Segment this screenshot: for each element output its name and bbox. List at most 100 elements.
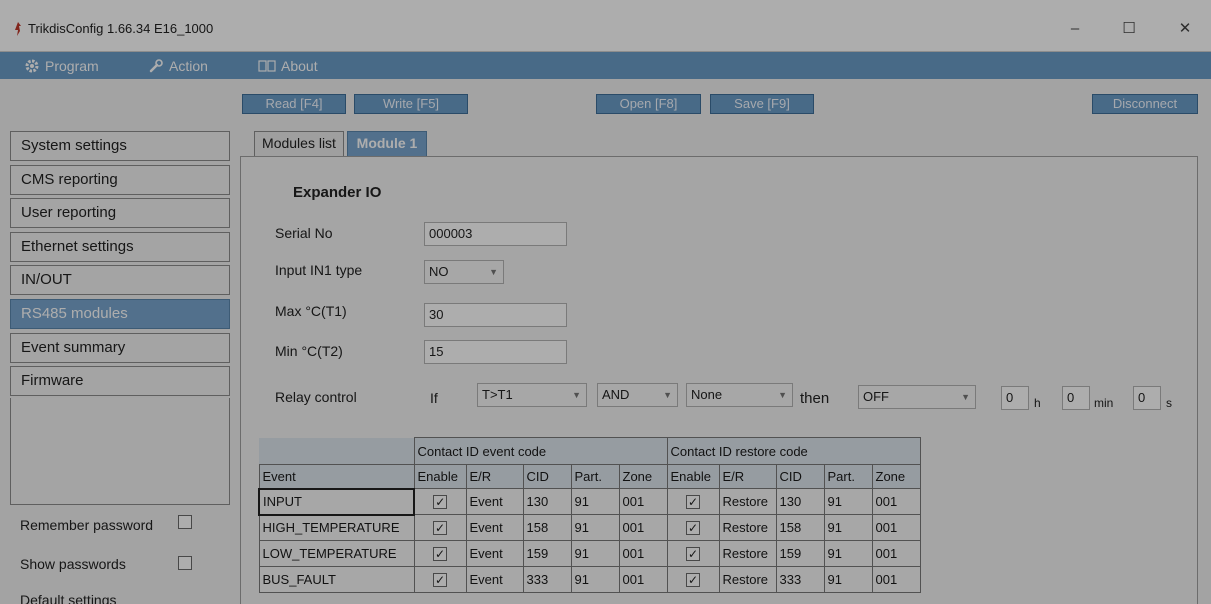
remember-password-checkbox[interactable] — [178, 515, 192, 529]
condition2-select[interactable]: None ▼ — [686, 383, 793, 407]
default-settings-link[interactable]: Default settings — [20, 592, 117, 604]
part-cell[interactable]: 91 — [570, 514, 620, 541]
event-name-cell[interactable]: HIGH_TEMPERATURE — [258, 514, 415, 541]
tab-module-1[interactable]: Module 1 — [347, 131, 427, 156]
read-button[interactable]: Read [F4] — [242, 94, 346, 114]
sidebar-item-in-out[interactable]: IN/OUT — [10, 265, 230, 295]
restore-zone-cell[interactable]: 001 — [871, 514, 921, 541]
max-temp-field[interactable]: 30 — [424, 303, 567, 327]
menu-action[interactable]: Action — [148, 56, 208, 76]
event-name-cell[interactable]: INPUT — [258, 487, 415, 516]
restore-zone-cell[interactable]: 001 — [871, 566, 921, 593]
min-temp-field[interactable]: 15 — [424, 340, 567, 364]
cid-cell[interactable]: 130 — [522, 488, 572, 515]
restore-enable-checkbox[interactable]: ✓ — [686, 573, 700, 587]
restore-er-cell[interactable]: Restore — [718, 514, 777, 541]
event-enable-checkbox[interactable]: ✓ — [433, 521, 447, 535]
er-cell[interactable]: Event — [465, 566, 524, 593]
part-cell[interactable]: 91 — [570, 488, 620, 515]
menu-program[interactable]: Program — [24, 56, 99, 76]
part-cell[interactable]: 91 — [570, 540, 620, 567]
write-button[interactable]: Write [F5] — [354, 94, 468, 114]
restore-er-cell[interactable]: Restore — [718, 488, 777, 515]
logic-select[interactable]: AND ▼ — [597, 383, 678, 407]
condition1-select[interactable]: T>T1 ▼ — [477, 383, 587, 407]
hours-field[interactable]: 0 — [1001, 386, 1029, 410]
seconds-field[interactable]: 0 — [1133, 386, 1161, 410]
restore-part-cell[interactable]: 91 — [823, 566, 873, 593]
show-passwords-checkbox[interactable] — [178, 556, 192, 570]
chevron-down-icon: ▼ — [663, 390, 672, 400]
open-button[interactable]: Open [F8] — [596, 94, 701, 114]
sidebar-item-rs485-modules[interactable]: RS485 modules — [10, 299, 230, 329]
restore-zone-cell[interactable]: 001 — [871, 488, 921, 515]
minimize-button[interactable]: – — [1060, 18, 1090, 40]
serial-field[interactable]: 000003 — [424, 222, 567, 246]
close-button[interactable]: ✕ — [1170, 18, 1200, 40]
sidebar-item-ethernet-settings[interactable]: Ethernet settings — [10, 232, 230, 262]
event-enable-checkbox[interactable]: ✓ — [433, 547, 447, 561]
group-header-row: Contact ID event code Contact ID restore… — [259, 437, 921, 465]
save-button[interactable]: Save [F9] — [710, 94, 814, 114]
cid-cell[interactable]: 159 — [522, 540, 572, 567]
zone-cell[interactable]: 001 — [618, 488, 668, 515]
disconnect-button[interactable]: Disconnect — [1092, 94, 1198, 114]
col-header-zone: Zone — [618, 464, 668, 489]
title-bar: TrikdisConfig 1.66.34 E16_1000 – ☐ ✕ — [0, 0, 1211, 52]
sidebar-item-cms-reporting[interactable]: CMS reporting — [10, 165, 230, 195]
menu-action-label: Action — [169, 58, 208, 74]
zone-cell[interactable]: 001 — [618, 514, 668, 541]
event-enable-checkbox[interactable]: ✓ — [433, 573, 447, 587]
er-cell[interactable]: Event — [465, 514, 524, 541]
menu-bar: Program Action About — [0, 52, 1211, 79]
tab-modules-list[interactable]: Modules list — [254, 131, 344, 156]
event-name-cell[interactable]: LOW_TEMPERATURE — [258, 540, 415, 567]
serial-label: Serial No — [275, 225, 333, 241]
sidebar-item-system-settings[interactable]: System settings — [10, 131, 230, 161]
restore-cid-cell[interactable]: 158 — [775, 514, 825, 541]
action-select[interactable]: OFF ▼ — [858, 385, 976, 409]
zone-cell[interactable]: 001 — [618, 566, 668, 593]
menu-about[interactable]: About — [258, 56, 318, 76]
chevron-down-icon: ▼ — [489, 267, 498, 277]
part-cell[interactable]: 91 — [570, 566, 620, 593]
sidebar-item-event-summary[interactable]: Event summary — [10, 333, 230, 363]
restore-part-cell[interactable]: 91 — [823, 488, 873, 515]
er-cell[interactable]: Event — [465, 488, 524, 515]
minutes-unit: min — [1094, 396, 1114, 410]
restore-cid-cell[interactable]: 159 — [775, 540, 825, 567]
sidebar-item-user-reporting[interactable]: User reporting — [10, 198, 230, 228]
show-passwords-label: Show passwords — [20, 556, 126, 572]
col-header-er: E/R — [465, 464, 524, 489]
restore-cid-cell[interactable]: 130 — [775, 488, 825, 515]
min-temp-label: Min °C(T2) — [275, 343, 343, 359]
restore-zone-cell[interactable]: 001 — [871, 540, 921, 567]
zone-cell[interactable]: 001 — [618, 540, 668, 567]
maximize-button[interactable]: ☐ — [1114, 18, 1144, 40]
table-row: BUS_FAULT ✓ Event 333 91 001 ✓ Restore 3… — [258, 566, 921, 593]
event-name-cell[interactable]: BUS_FAULT — [258, 566, 415, 593]
col-header-cid: CID — [522, 464, 572, 489]
col-header-restore-zone: Zone — [871, 464, 921, 489]
restore-enable-checkbox[interactable]: ✓ — [686, 495, 700, 509]
window-title: TrikdisConfig 1.66.34 E16_1000 — [28, 21, 214, 36]
gear-icon — [25, 59, 39, 73]
restore-er-cell[interactable]: Restore — [718, 540, 777, 567]
cid-cell[interactable]: 158 — [522, 514, 572, 541]
input-type-label: Input IN1 type — [275, 262, 363, 278]
col-header-restore-enable: Enable — [666, 464, 720, 489]
input-type-select[interactable]: NO ▼ — [424, 260, 504, 284]
restore-er-cell[interactable]: Restore — [718, 566, 777, 593]
restore-part-cell[interactable]: 91 — [823, 514, 873, 541]
er-cell[interactable]: Event — [465, 540, 524, 567]
sidebar-empty-area — [10, 398, 230, 505]
event-enable-checkbox[interactable]: ✓ — [433, 495, 448, 509]
sidebar-item-firmware[interactable]: Firmware — [10, 366, 230, 396]
minutes-field[interactable]: 0 — [1062, 386, 1090, 410]
col-header-restore-cid: CID — [775, 464, 825, 489]
restore-enable-checkbox[interactable]: ✓ — [686, 547, 700, 561]
cid-cell[interactable]: 333 — [522, 566, 572, 593]
restore-part-cell[interactable]: 91 — [823, 540, 873, 567]
restore-cid-cell[interactable]: 333 — [775, 566, 825, 593]
restore-enable-checkbox[interactable]: ✓ — [686, 521, 700, 535]
